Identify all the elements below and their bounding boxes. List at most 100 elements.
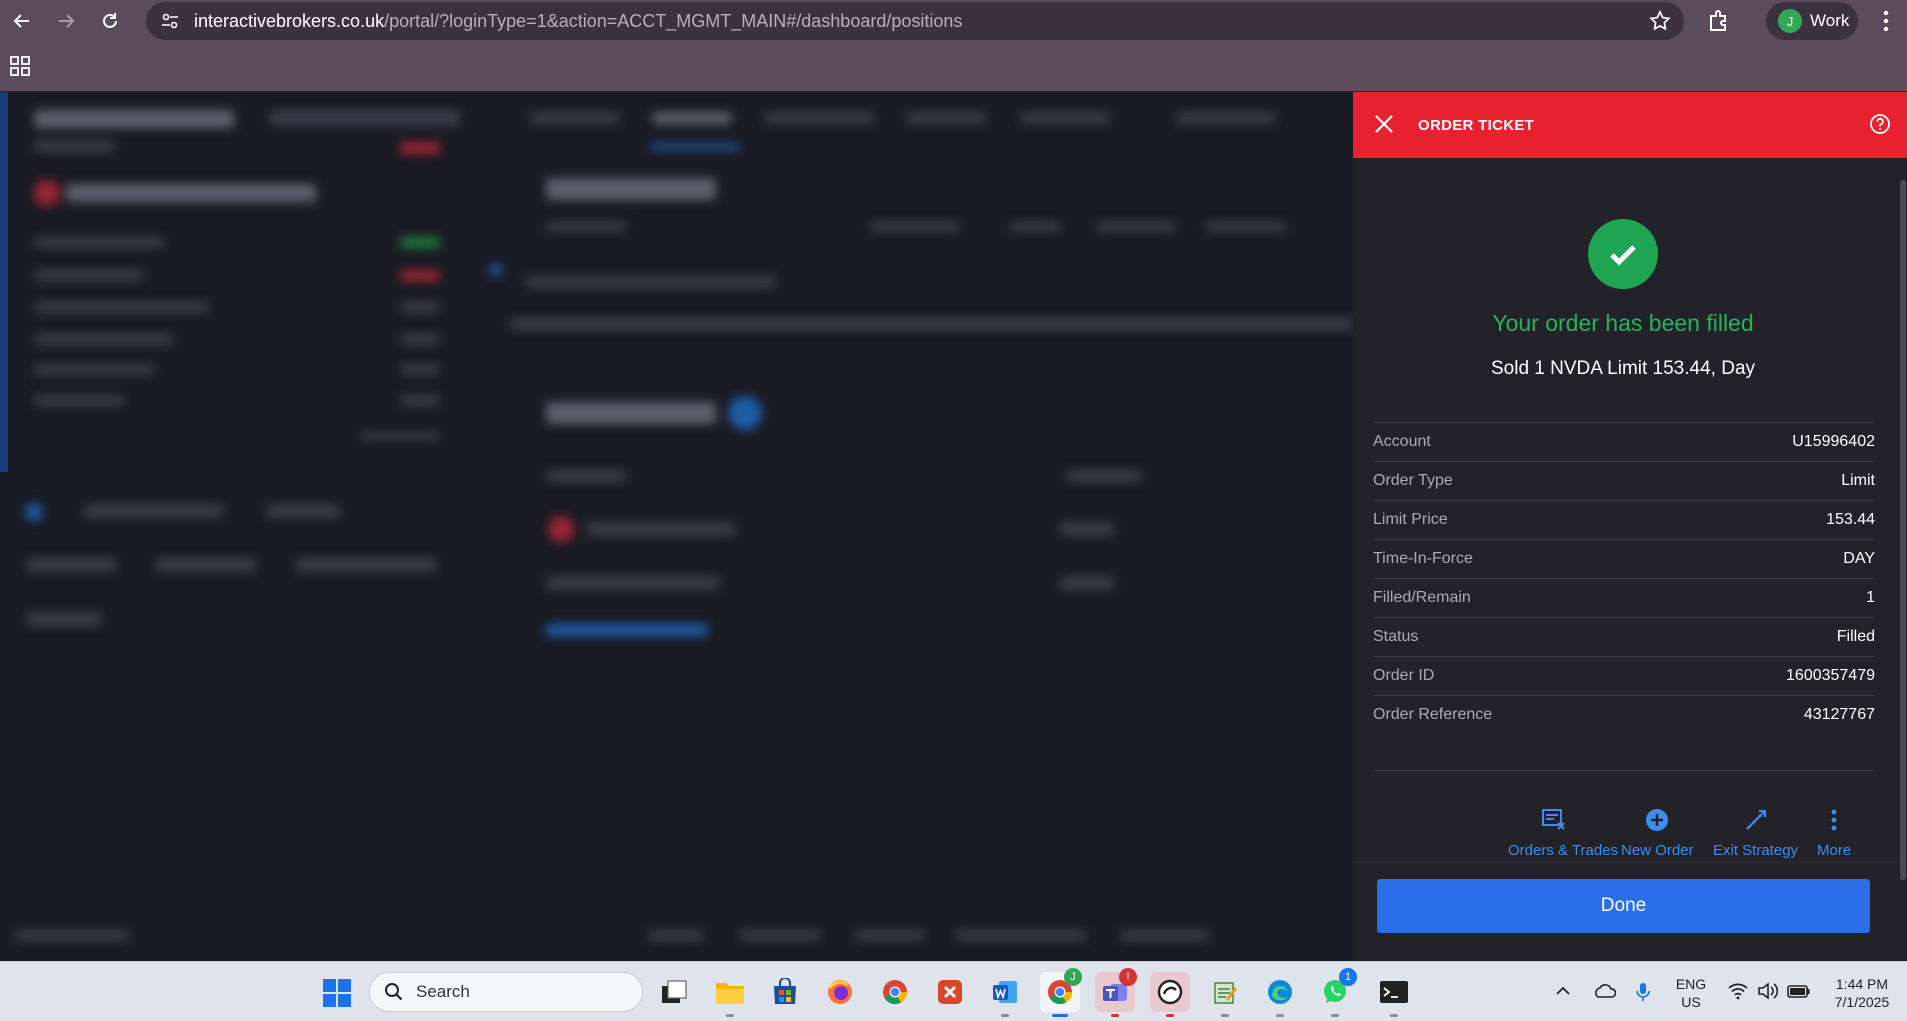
arrow-right-icon bbox=[59, 14, 75, 28]
more-button[interactable]: More bbox=[1817, 808, 1851, 858]
order-summary: Sold 1 NVDA Limit 153.44, Day bbox=[1490, 358, 1756, 379]
detail-row-filled-remain: Filled/Remain 1 bbox=[1373, 578, 1875, 617]
site-settings-icon[interactable] bbox=[158, 9, 182, 33]
language-code: ENG bbox=[1675, 976, 1707, 992]
reload-icon bbox=[103, 13, 117, 28]
whatsapp-icon[interactable]: 1 bbox=[1315, 968, 1357, 1012]
scrollbar[interactable] bbox=[1900, 180, 1906, 880]
detail-row-time-in-force: Time-In-Force DAY bbox=[1373, 539, 1875, 578]
file-explorer-icon[interactable] bbox=[710, 972, 750, 1012]
running-indicator bbox=[1331, 1014, 1339, 1017]
address-bar[interactable]: interactivebrokers.co.uk/portal/?loginTy… bbox=[146, 2, 1684, 40]
firefox-icon[interactable] bbox=[820, 972, 860, 1012]
remote-desktop-icon[interactable] bbox=[930, 972, 970, 1012]
detail-row-limit-price: Limit Price 153.44 bbox=[1373, 500, 1875, 539]
detail-row-order-type: Order Type Limit bbox=[1373, 461, 1875, 500]
running-indicator bbox=[1276, 1014, 1284, 1017]
detail-value: 43127767 bbox=[1803, 706, 1875, 723]
url-text: interactivebrokers.co.uk/portal/?loginTy… bbox=[194, 10, 963, 31]
task-view-icon[interactable] bbox=[654, 972, 694, 1012]
detail-value: 1 bbox=[1866, 589, 1875, 606]
language-indicator[interactable]: ENG US bbox=[1670, 975, 1712, 1011]
clock-time: 1:44 PM bbox=[1835, 976, 1889, 992]
order-ticket-header: ORDER TICKET bbox=[1353, 92, 1907, 158]
orders-trades-button[interactable]: Orders & Trades bbox=[1490, 808, 1618, 858]
order-ticket-panel: ORDER TICKET Your order has been filled … bbox=[1353, 92, 1907, 961]
detail-label: Limit Price bbox=[1373, 511, 1448, 528]
running-indicator bbox=[1221, 1014, 1229, 1017]
detail-label: Status bbox=[1373, 628, 1419, 645]
whatsapp-unread-badge: 1 bbox=[1339, 968, 1357, 986]
running-indicator bbox=[1001, 1014, 1009, 1017]
running-indicator bbox=[1166, 1014, 1174, 1017]
divider bbox=[1373, 770, 1875, 771]
detail-value: Limit bbox=[1841, 472, 1875, 489]
arrow-left-icon bbox=[13, 14, 29, 28]
order-ticket-title: ORDER TICKET bbox=[1418, 117, 1535, 134]
back-button[interactable] bbox=[0, 0, 44, 42]
onedrive-icon[interactable] bbox=[1592, 982, 1616, 1000]
taskbar: Search J ! 1 ENG US 1:44 PM 7/1/2025 bbox=[0, 961, 1907, 1021]
detail-label: Filled/Remain bbox=[1373, 589, 1471, 606]
more-vert-icon[interactable] bbox=[1876, 6, 1896, 36]
detail-value: Filled bbox=[1836, 628, 1875, 645]
teams-alert-badge: ! bbox=[1119, 968, 1137, 986]
order-status-message: Your order has been filled bbox=[1492, 310, 1754, 336]
detail-value: 153.44 bbox=[1826, 511, 1875, 528]
clock-date: 7/1/2025 bbox=[1834, 994, 1890, 1010]
bookmark-star-icon[interactable] bbox=[1648, 9, 1672, 33]
apps-grid-icon[interactable] bbox=[10, 56, 30, 76]
windows-start-icon[interactable] bbox=[322, 978, 352, 1008]
detail-row-order-reference: Order Reference 43127767 bbox=[1373, 695, 1875, 734]
edge-icon[interactable] bbox=[1260, 972, 1300, 1012]
volume-icon[interactable] bbox=[1757, 982, 1779, 1000]
success-check-icon bbox=[1588, 219, 1658, 289]
detail-label: Order ID bbox=[1373, 667, 1435, 684]
plus-circle-icon bbox=[1646, 809, 1669, 831]
help-icon[interactable] bbox=[1869, 113, 1891, 135]
detail-row-status: Status Filled bbox=[1373, 617, 1875, 656]
new-order-button[interactable]: New Order bbox=[1621, 808, 1694, 858]
done-button[interactable]: Done bbox=[1377, 879, 1870, 933]
orders-trades-label: Orders & Trades bbox=[1508, 842, 1619, 858]
exit-strategy-button[interactable]: Exit Strategy bbox=[1713, 808, 1798, 858]
more-vert-icon bbox=[1831, 809, 1837, 831]
order-actions: Orders & Trades New Order Exit Strategy … bbox=[1353, 808, 1893, 858]
system-clock[interactable]: 1:44 PM 7/1/2025 bbox=[1818, 975, 1906, 1011]
chrome-work-icon[interactable]: J bbox=[1040, 968, 1082, 1012]
chrome-icon[interactable] bbox=[875, 972, 915, 1012]
order-details: Account U15996402 Order Type Limit Limit… bbox=[1373, 422, 1875, 734]
extensions-icon[interactable] bbox=[1704, 6, 1734, 36]
done-footer: Done bbox=[1353, 862, 1897, 961]
close-icon[interactable] bbox=[1373, 113, 1395, 135]
orders-trades-icon bbox=[1542, 809, 1565, 830]
trading-app-icon[interactable] bbox=[1150, 972, 1190, 1012]
profile-name: Work bbox=[1810, 11, 1850, 30]
forward-button[interactable] bbox=[44, 0, 88, 42]
microphone-icon[interactable] bbox=[1634, 982, 1652, 1002]
detail-row-account: Account U15996402 bbox=[1373, 422, 1875, 461]
chevron-up-icon[interactable] bbox=[1554, 982, 1572, 1000]
wifi-icon[interactable] bbox=[1727, 982, 1749, 1000]
detail-label: Order Type bbox=[1373, 472, 1453, 489]
microsoft-store-icon[interactable] bbox=[765, 972, 805, 1012]
active-indicator bbox=[1052, 1014, 1068, 1017]
teams-icon[interactable]: ! bbox=[1095, 968, 1137, 1012]
running-indicator bbox=[726, 1014, 734, 1017]
detail-value: 1600357479 bbox=[1786, 667, 1875, 684]
detail-label: Time-In-Force bbox=[1373, 550, 1473, 567]
blurred-dashboard bbox=[0, 92, 1353, 961]
taskbar-search[interactable]: Search bbox=[369, 972, 643, 1012]
chrome-profile-badge: J bbox=[1064, 968, 1082, 986]
word-icon[interactable] bbox=[985, 972, 1025, 1012]
taskbar-search-label: Search bbox=[416, 982, 470, 1001]
notepad-icon[interactable] bbox=[1205, 972, 1245, 1012]
reload-button[interactable] bbox=[88, 0, 132, 42]
battery-icon[interactable] bbox=[1787, 982, 1811, 1000]
detail-value: DAY bbox=[1843, 550, 1875, 567]
detail-label: Order Reference bbox=[1373, 706, 1493, 723]
terminal-icon[interactable] bbox=[1374, 972, 1414, 1012]
profile-button[interactable]: J Work bbox=[1766, 2, 1858, 40]
exit-strategy-label: Exit Strategy bbox=[1713, 842, 1799, 858]
running-indicator bbox=[1111, 1014, 1119, 1017]
